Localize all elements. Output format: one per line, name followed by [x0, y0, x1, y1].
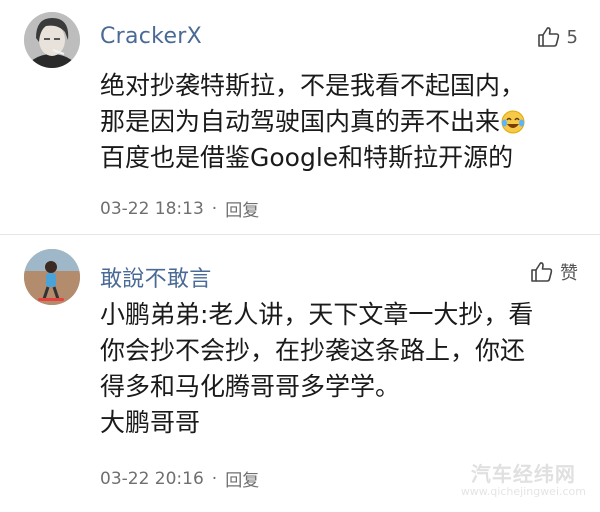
reply-button[interactable]: 回复	[225, 196, 259, 221]
comment-line: 得多和马化腾哥哥多学学。	[100, 372, 401, 401]
comment-line: 小鹏弟弟:老人讲，天下文章一大抄，看	[100, 300, 534, 329]
laughing-crying-emoji-icon	[501, 110, 525, 134]
watermark-url: www.qichejingwei.com	[460, 485, 586, 498]
timestamp: 03-22 18:13	[100, 198, 204, 219]
comment-line: 大鹏哥哥	[100, 408, 201, 437]
comment-meta: 03-22 18:13 · 回复	[100, 196, 259, 222]
watermark: 汽车经纬网 www.qichejingwei.com	[461, 458, 586, 498]
comment-list: CrackerX 5 绝对抄袭特斯拉，不是我看不起国内， 那是因为自动驾驶国内真…	[0, 0, 600, 512]
comment-line: 你会抄不会抄，在抄袭这条路上，你还	[100, 336, 526, 365]
like-count: 5	[566, 26, 578, 48]
like-button[interactable]: 赞	[530, 257, 578, 287]
thumbs-up-icon	[537, 27, 559, 47]
meta-separator: ·	[211, 198, 218, 219]
username[interactable]: 敢說不敢言	[100, 261, 212, 293]
comment-line: 绝对抄袭特斯拉，不是我看不起国内，	[100, 71, 526, 100]
timestamp: 03-22 20:16	[100, 468, 204, 489]
like-button[interactable]: 5	[537, 22, 578, 52]
comment-text: 小鹏弟弟:老人讲，天下文章一大抄，看 你会抄不会抄，在抄袭这条路上，你还 得多和…	[100, 297, 580, 441]
avatar[interactable]	[24, 12, 80, 68]
comment-text: 绝对抄袭特斯拉，不是我看不起国内， 那是因为自动驾驶国内真的弄不出来 百度也是借…	[100, 68, 580, 176]
reply-button[interactable]: 回复	[225, 466, 259, 491]
thumbs-up-icon	[531, 262, 553, 282]
comment-line: 百度也是借鉴Google和特斯拉开源的	[100, 143, 514, 172]
watermark-text: 汽车经纬网	[470, 462, 576, 486]
avatar[interactable]	[24, 249, 80, 305]
comment-meta: 03-22 20:16 · 回复	[100, 466, 259, 492]
username[interactable]: CrackerX	[100, 24, 202, 49]
comment-line: 那是因为自动驾驶国内真的弄不出来	[100, 107, 501, 136]
comment-item: CrackerX 5 绝对抄袭特斯拉，不是我看不起国内， 那是因为自动驾驶国内真…	[0, 0, 600, 234]
comment-line-with-emoji: 那是因为自动驾驶国内真的弄不出来	[100, 104, 580, 140]
meta-separator: ·	[211, 468, 218, 489]
like-label: 赞	[560, 263, 578, 284]
